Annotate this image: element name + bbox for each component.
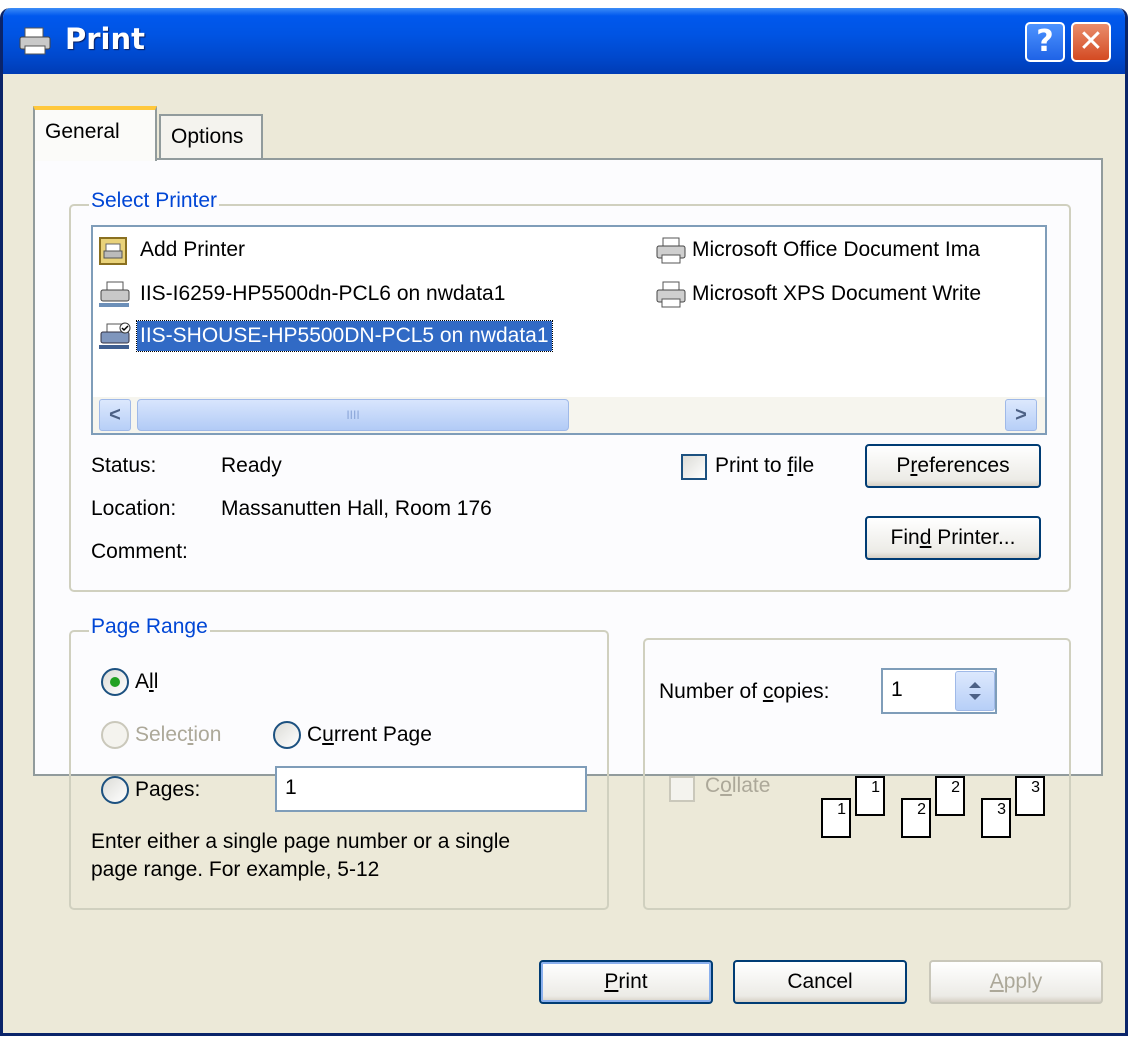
preferences-button[interactable]: Preferences (865, 444, 1041, 488)
location-label: Location: (91, 497, 177, 520)
collate-page-back: 2 (935, 776, 965, 816)
pages-radio[interactable] (101, 776, 129, 804)
scroll-left-icon[interactable]: < (99, 399, 131, 431)
network-printer-icon (99, 281, 130, 307)
all-radio[interactable] (101, 668, 129, 696)
page-range-legend: Page Range (89, 615, 210, 639)
default-network-printer-icon (99, 322, 131, 349)
collate-label[interactable]: Collate (705, 774, 770, 798)
printer-item-label: IIS-I6259-HP5500dn-PCL6 on nwdata1 (140, 282, 506, 305)
horizontal-scrollbar[interactable]: < IIII > (93, 397, 1045, 433)
printer-icon (656, 281, 686, 308)
cancel-button[interactable]: Cancel (733, 960, 907, 1004)
status-label: Status: (91, 454, 157, 477)
current-page-label[interactable]: Current Page (307, 723, 432, 747)
all-label[interactable]: All (135, 670, 158, 694)
selection-label[interactable]: Selection (135, 723, 221, 747)
page-range-hint-line2: page range. For example, 5-12 (91, 858, 380, 881)
title-bar[interactable]: Print ? ✕ (3, 8, 1125, 74)
current-page-radio[interactable] (273, 721, 301, 749)
select-printer-legend: Select Printer (89, 189, 220, 213)
selection-radio[interactable] (101, 721, 129, 749)
printer-icon (656, 237, 686, 264)
collate-page-front: 1 (821, 798, 851, 838)
tab-general[interactable]: General (33, 106, 157, 161)
collate-checkbox[interactable] (669, 776, 695, 802)
location-value: Massanutten Hall, Room 176 (221, 497, 492, 520)
collate-page-back: 3 (1015, 776, 1045, 816)
collate-page-back: 1 (855, 776, 885, 816)
scroll-right-icon[interactable]: > (1005, 399, 1037, 431)
print-button[interactable]: Print (539, 960, 713, 1004)
scroll-thumb[interactable]: IIII (137, 399, 569, 431)
find-printer-button[interactable]: Find Printer... (865, 516, 1041, 560)
pages-input[interactable]: 1 (275, 766, 587, 812)
print-dialog: Print ? ✕ General Options Select Printer… (0, 8, 1128, 1036)
spin-arrows-icon (969, 682, 981, 700)
printer-icon (19, 27, 51, 55)
printer-item-label: Add Printer (140, 238, 246, 261)
print-to-file-checkbox[interactable] (681, 454, 707, 480)
add-printer-icon (99, 237, 127, 265)
printer-item-label: IIS-SHOUSE-HP5500DN-PCL5 on nwdata1 (136, 320, 553, 352)
tab-options[interactable]: Options (159, 114, 263, 158)
close-icon[interactable]: ✕ (1071, 22, 1111, 62)
collate-page-front: 2 (901, 798, 931, 838)
apply-button[interactable]: Apply (929, 960, 1103, 1004)
collate-page-front: 3 (981, 798, 1011, 838)
number-of-copies-label: Number of copies: (659, 680, 830, 703)
window-title: Print (65, 22, 146, 56)
print-to-file-label[interactable]: Print to file (715, 454, 814, 478)
pages-label[interactable]: Pages: (135, 778, 200, 802)
printer-item-label: Microsoft Office Document Ima (692, 238, 980, 261)
copies-spinner[interactable] (955, 671, 995, 711)
page-range-hint-line1: Enter either a single page number or a s… (91, 830, 511, 853)
printer-list[interactable]: Add Printer IIS-I6259-HP5500dn-PCL6 on n… (91, 225, 1047, 435)
printer-item-label: Microsoft XPS Document Write (692, 282, 982, 305)
status-value: Ready (221, 454, 282, 477)
comment-label: Comment: (91, 540, 188, 563)
help-icon[interactable]: ? (1025, 22, 1065, 62)
